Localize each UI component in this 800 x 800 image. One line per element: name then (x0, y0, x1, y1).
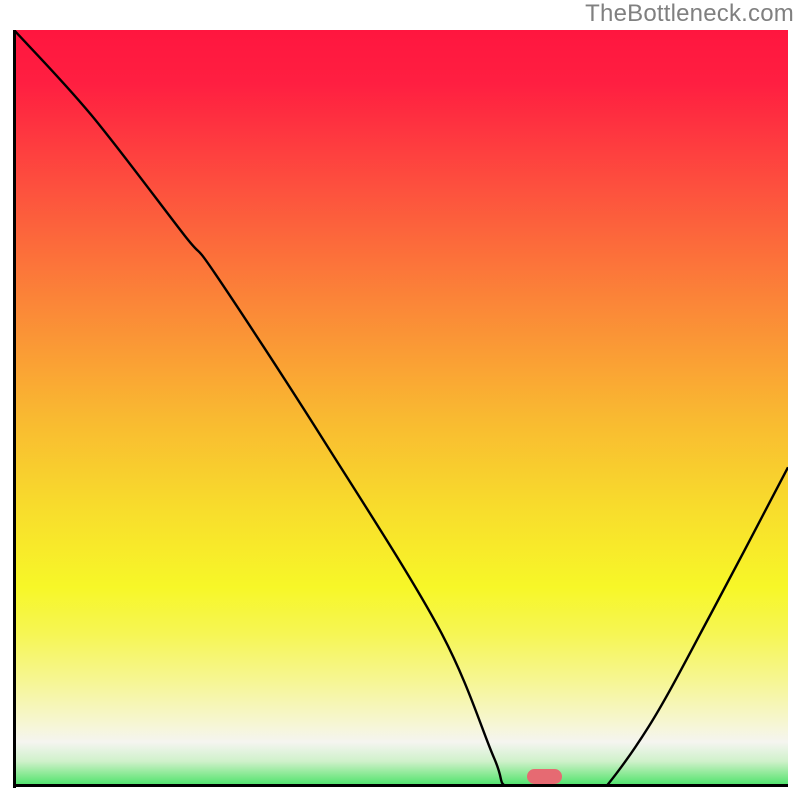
plot-area (14, 30, 788, 786)
bottleneck-curve (14, 30, 788, 786)
chart-stage: TheBottleneck.com (0, 0, 800, 800)
watermark-text: TheBottleneck.com (585, 0, 794, 28)
bottleneck-marker (527, 769, 562, 784)
x-axis-line (14, 784, 788, 787)
y-axis-line (13, 30, 16, 788)
